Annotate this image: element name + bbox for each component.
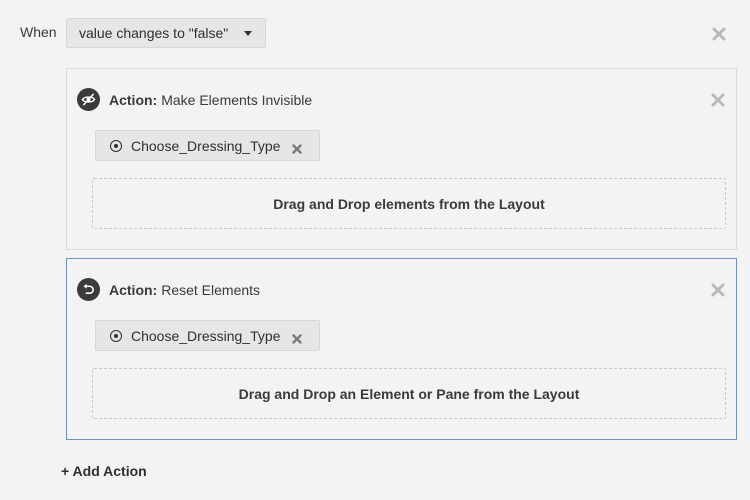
action-card-make-invisible[interactable]: Action: Make Elements Invisible Choose_D… [66,68,737,250]
element-chip[interactable]: Choose_Dressing_Type [95,320,320,351]
action-title: Reset Elements [161,281,261,298]
dropzone-text: Drag and Drop elements from the Layout [273,195,545,212]
remove-element-close-icon[interactable] [292,141,303,154]
add-action-button[interactable]: + Add Action [61,463,147,479]
eye-off-icon [77,88,100,111]
condition-select-value: value changes to "false" [79,25,229,41]
action-header: Action: Make Elements Invisible [77,88,312,111]
action-title: Make Elements Invisible [161,91,313,108]
action-header: Action: Reset Elements [77,278,260,301]
remove-element-close-icon[interactable] [292,331,303,344]
remove-action-close-icon[interactable] [711,283,725,297]
action-card-reset-elements[interactable]: Action: Reset Elements Choose_Dressing_T… [66,258,737,440]
dropzone-text: Drag and Drop an Element or Pane from th… [238,385,580,402]
element-chip[interactable]: Choose_Dressing_Type [95,130,320,161]
target-icon [110,139,122,152]
remove-condition-close-icon[interactable] [712,27,726,41]
action-label: Action: [109,281,158,298]
target-icon [110,329,122,342]
reset-icon [77,278,100,301]
caret-down-icon [244,31,252,36]
remove-action-close-icon[interactable] [711,93,725,107]
element-dropzone[interactable]: Drag and Drop an Element or Pane from th… [92,368,726,419]
when-label: When [20,24,57,40]
element-chip-label: Choose_Dressing_Type [131,137,281,154]
condition-select[interactable]: value changes to "false" [66,18,266,48]
element-dropzone[interactable]: Drag and Drop elements from the Layout [92,178,726,229]
action-label: Action: [109,91,158,108]
element-chip-label: Choose_Dressing_Type [131,327,281,344]
